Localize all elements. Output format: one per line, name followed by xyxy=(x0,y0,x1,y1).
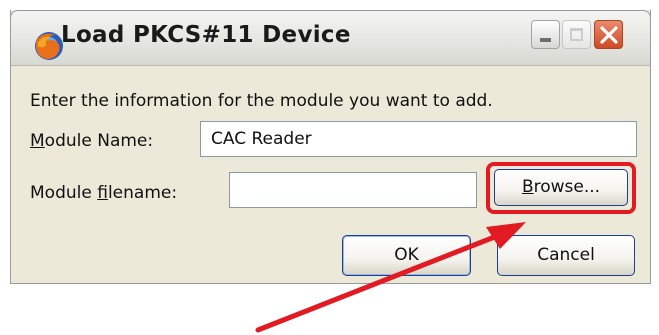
module-name-input[interactable]: CAC Reader xyxy=(200,121,637,157)
mnemonic-m: M xyxy=(30,131,45,151)
maximize-icon xyxy=(570,28,583,41)
module-filename-input[interactable] xyxy=(229,172,477,208)
close-icon xyxy=(600,26,618,44)
module-filename-label: Module filename: xyxy=(30,183,178,203)
maximize-button[interactable] xyxy=(562,20,591,49)
ok-button[interactable]: OK xyxy=(342,235,471,276)
minimize-button[interactable] xyxy=(531,20,560,49)
module-name-label: Module Name: xyxy=(30,131,154,151)
window-title: Load PKCS#11 Device xyxy=(61,22,351,48)
close-button[interactable] xyxy=(594,20,623,49)
minimize-icon xyxy=(540,38,551,42)
mnemonic-f: f xyxy=(97,183,108,203)
cancel-button[interactable]: Cancel xyxy=(497,235,635,276)
browse-highlight-box xyxy=(486,162,636,214)
instruction-text: Enter the information for the module you… xyxy=(30,91,493,111)
